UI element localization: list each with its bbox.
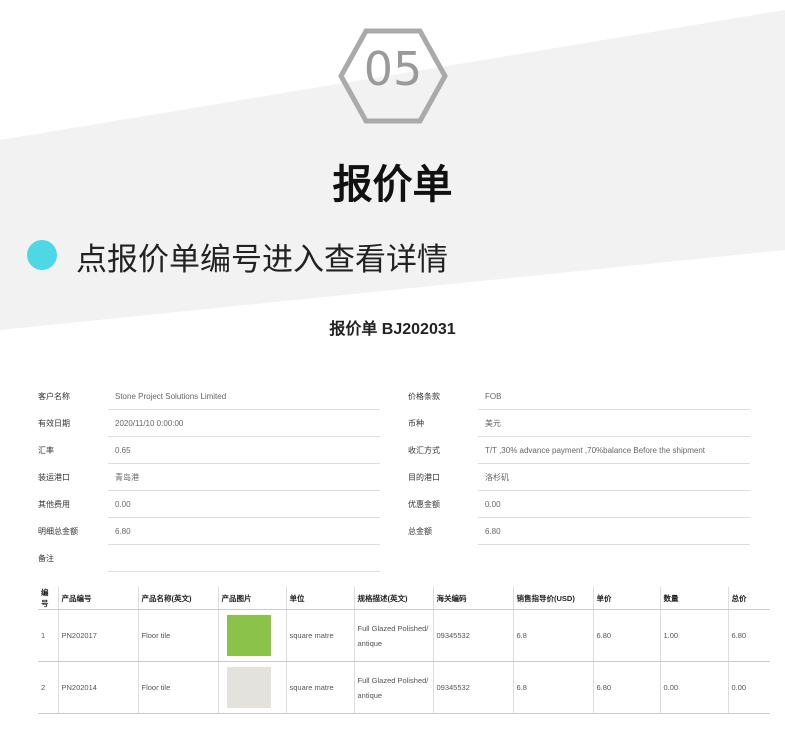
cell-hs: 09345532: [433, 609, 514, 662]
cell-unit: square matre: [286, 609, 355, 662]
cell-name: Floor tile: [138, 661, 219, 714]
field-row: 备注: [38, 545, 380, 572]
cell-code: PN202014: [58, 661, 139, 714]
page-title: 报价单: [332, 162, 453, 208]
field-label: 总金额: [408, 527, 432, 536]
field-row: 价格条款 FOB: [408, 383, 750, 410]
column-header: 单价: [593, 587, 661, 610]
field-label: 备注: [38, 554, 54, 563]
field-value: Stone Project Solutions Limited: [108, 383, 380, 410]
cell-no: 2: [38, 661, 59, 714]
field-value: 0.00: [478, 491, 750, 518]
field-value: 6.80: [478, 518, 750, 545]
product-image-cell: [218, 661, 287, 714]
table-row[interactable]: 1 PN202017 Floor tile square matre Full Glaz…: [38, 609, 770, 662]
bullet-dot-icon: [27, 240, 57, 270]
bullet-text: 点报价单编号进入查看详情: [76, 242, 448, 278]
column-header: 规格描述(英文): [354, 587, 434, 610]
field-label: 明细总金额: [38, 527, 78, 536]
cell-name: Floor tile: [138, 609, 219, 662]
column-header: 数量: [660, 587, 729, 610]
column-header: 编号: [38, 587, 59, 610]
field-row: 明细总金额 6.80: [38, 518, 380, 545]
field-label: 汇率: [38, 446, 54, 455]
field-value: 洛杉矶: [478, 464, 750, 491]
field-row: 优惠金额 0.00: [408, 491, 750, 518]
column-header: 产品名称(英文): [138, 587, 219, 610]
cell-price: 6.80: [593, 661, 661, 714]
cell-qty: 1.00: [660, 609, 729, 662]
product-image-cell: [218, 609, 287, 662]
quote-fields-left: 客户名称 Stone Project Solutions Limited 有效日期 2…: [38, 383, 380, 572]
field-value: 青岛港: [108, 464, 380, 491]
field-row: 客户名称 Stone Project Solutions Limited: [38, 383, 380, 410]
field-value: 0.65: [108, 437, 380, 464]
field-row: 汇率 0.65: [38, 437, 380, 464]
field-value: 0.00: [108, 491, 380, 518]
table-row[interactable]: 2 PN202014 Floor tile square matre Full Glaz…: [38, 661, 770, 714]
field-label: 币种: [408, 419, 424, 428]
field-row: 有效日期 2020/11/10 0:00:00: [38, 410, 380, 437]
column-header: 销售指导价(USD): [513, 587, 594, 610]
column-header: 海关编码: [433, 587, 514, 610]
field-row: 装运港口 青岛港: [38, 464, 380, 491]
field-row: 其他费用 0.00: [38, 491, 380, 518]
field-row: 总金额 6.80: [408, 518, 750, 545]
field-row: 目的港口 洛杉矶: [408, 464, 750, 491]
cell-unit: square matre: [286, 661, 355, 714]
cell-guide: 6.8: [513, 661, 594, 714]
field-value: [108, 545, 380, 572]
field-label: 有效日期: [38, 419, 70, 428]
cell-qty: 0.00: [660, 661, 729, 714]
field-label: 收汇方式: [408, 446, 440, 455]
field-value: T/T ,30% advance payment ,70%balance Bef…: [478, 437, 750, 464]
quote-title: 报价单 BJ202031: [329, 321, 456, 338]
cell-total: 0.00: [728, 661, 770, 714]
product-image[interactable]: [226, 667, 271, 708]
field-value: FOB: [478, 383, 750, 410]
column-header: 单位: [286, 587, 355, 610]
field-label: 优惠金额: [408, 500, 440, 509]
quote-fields-right: 价格条款 FOB 币种 美元收汇方式 T/T ,30% advance payment …: [408, 383, 750, 545]
field-label: 其他费用: [38, 500, 70, 509]
step-number: 05: [363, 42, 423, 96]
cell-code: PN202017: [58, 609, 139, 662]
cell-hs: 09345532: [433, 661, 514, 714]
field-label: 装运港口: [38, 473, 70, 482]
product-table: 编号 产品编号 产品名称(英文) 产品图片 单位 规格描述(英文) 海关编码 销售指导价(US…: [38, 587, 770, 714]
cell-spec: Full Glazed Polished/ antique: [354, 609, 434, 662]
field-value: 6.80: [108, 518, 380, 545]
product-image[interactable]: [226, 615, 271, 656]
field-row: 币种 美元: [408, 410, 750, 437]
field-value: 2020/11/10 0:00:00: [108, 410, 380, 437]
column-header: 总价: [728, 587, 770, 610]
field-value: 美元: [478, 410, 750, 437]
field-row: 收汇方式 T/T ,30% advance payment ,70%balance…: [408, 437, 750, 464]
field-label: 客户名称: [38, 392, 70, 401]
cell-total: 6.80: [728, 609, 770, 662]
field-label: 目的港口: [408, 473, 440, 482]
table-header-row: 编号 产品编号 产品名称(英文) 产品图片 单位 规格描述(英文) 海关编码 销售指导价(US…: [38, 587, 770, 610]
field-label: 价格条款: [408, 392, 440, 401]
cell-price: 6.80: [593, 609, 661, 662]
cell-spec: Full Glazed Polished/ antique: [354, 661, 434, 714]
cell-guide: 6.8: [513, 609, 594, 662]
column-header: 产品编号: [58, 587, 139, 610]
cell-no: 1: [38, 609, 59, 662]
column-header: 产品图片: [218, 587, 287, 610]
